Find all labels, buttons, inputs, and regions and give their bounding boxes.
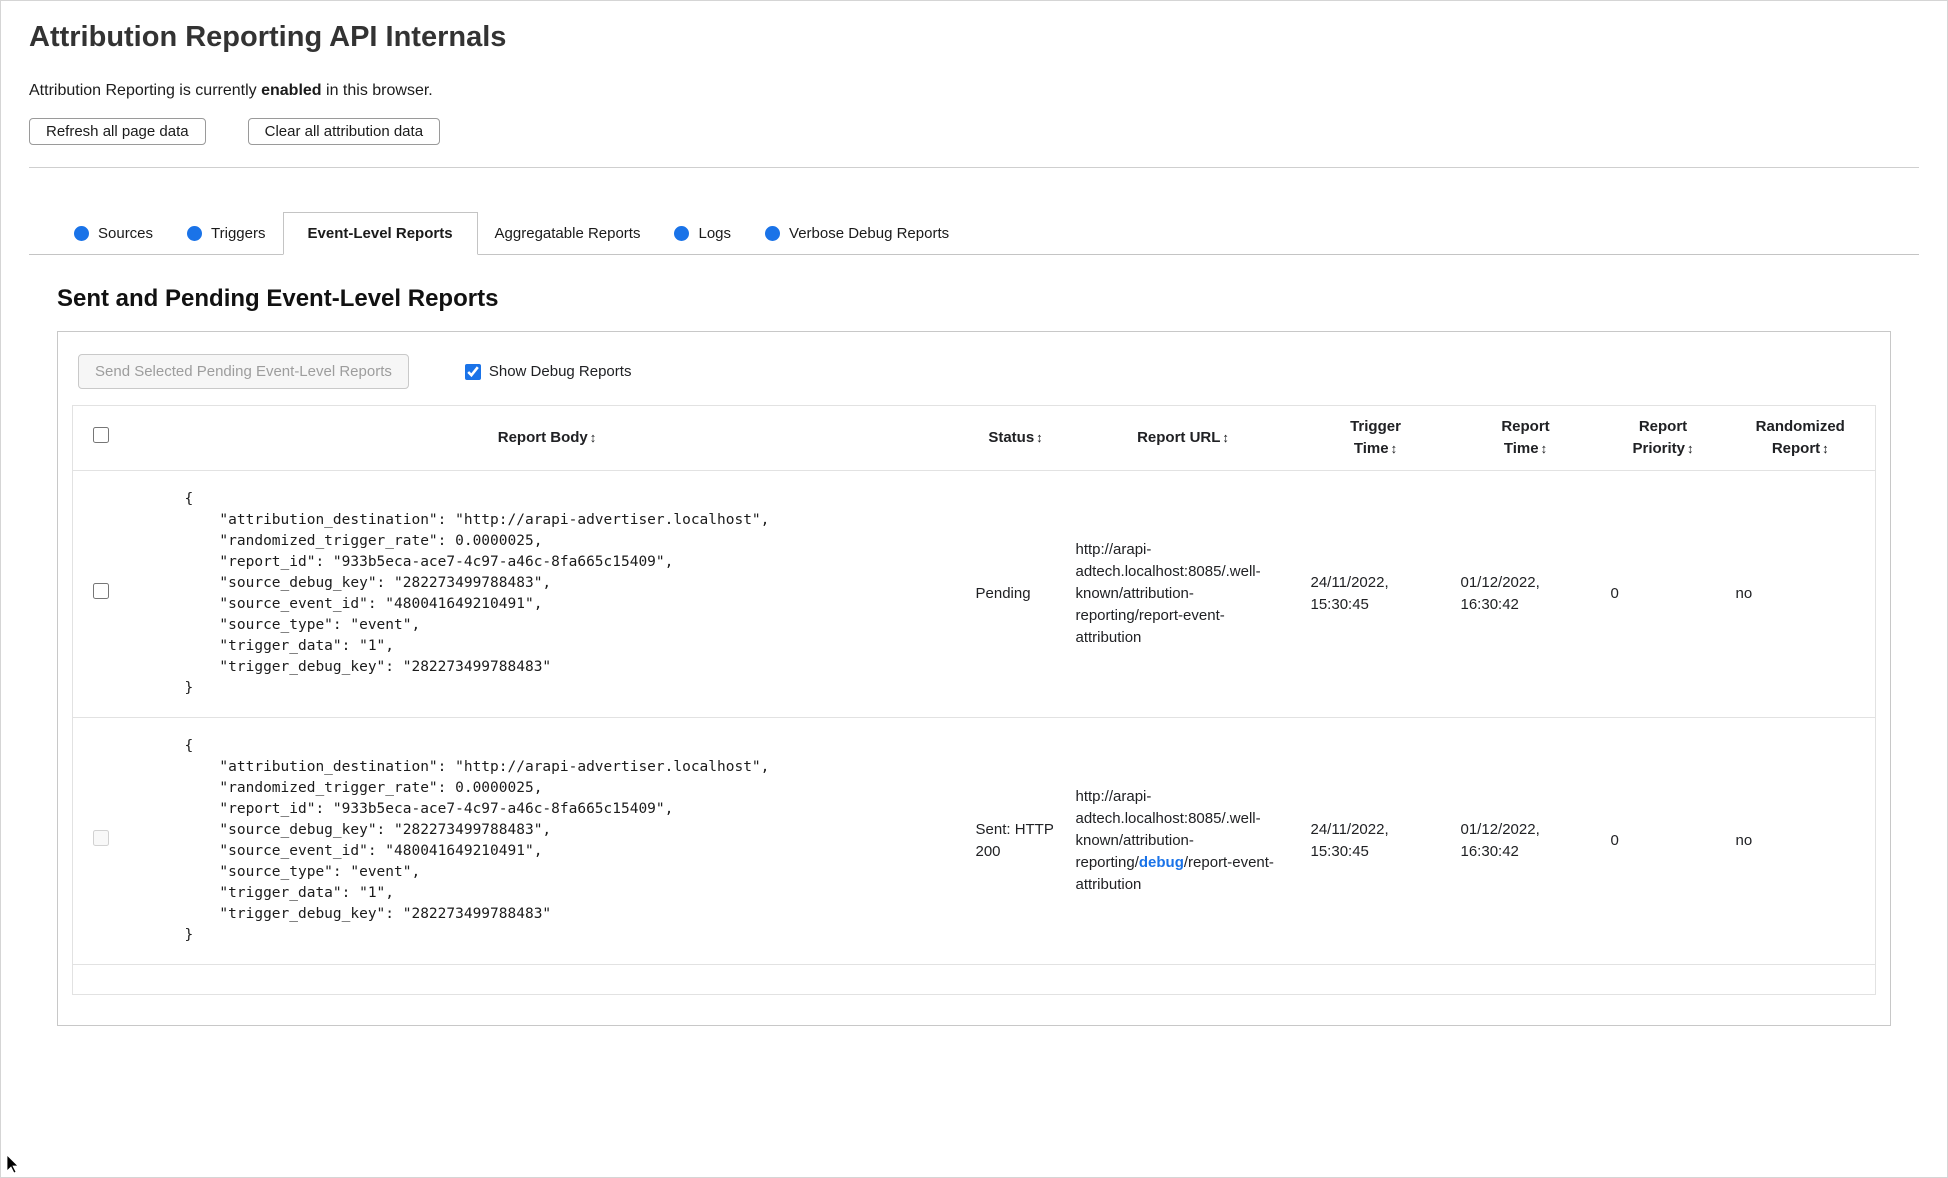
sort-icon: ↕: [1822, 441, 1829, 456]
report-row-sent: { "attribution_destination": "http://ara…: [72, 717, 1876, 965]
table-footer-cell: [73, 965, 1876, 995]
sort-icon: ↕: [1036, 430, 1043, 445]
panel-toolbar: Send Selected Pending Event-Level Report…: [72, 346, 1876, 405]
status-line: Attribution Reporting is currently enabl…: [29, 82, 1919, 100]
tab-label: Sources: [98, 224, 154, 242]
trigger-time: 24/11/2022, 15:30:45: [1300, 470, 1451, 718]
tab-label: Verbose Debug Reports: [789, 224, 950, 242]
status-emphasis: enabled: [261, 82, 322, 99]
status-prefix: Attribution Reporting is currently: [29, 82, 262, 99]
tab-verbose-debug-reports[interactable]: Verbose Debug Reports: [748, 212, 966, 254]
mouse-cursor: [7, 1155, 19, 1173]
report-url: http://arapi-adtech.localhost:8085/.well…: [1065, 470, 1301, 718]
col-header-status[interactable]: Status ↕: [965, 405, 1066, 471]
col-label: Status: [988, 429, 1035, 446]
show-debug-label: Show Debug Reports: [488, 363, 632, 380]
report-url: http://arapi-adtech.localhost:8085/.well…: [1065, 717, 1301, 965]
col-header-report-body[interactable]: Report Body ↕: [128, 405, 966, 471]
col-label: Report URL: [1137, 429, 1221, 446]
page-toolbar: Refresh all page data Clear all attribut…: [29, 118, 1919, 145]
report-body-cell: { "attribution_destination": "http://ara…: [128, 470, 966, 718]
report-time: 01/12/2022, 16:30:42: [1450, 470, 1601, 718]
tab-label: Triggers: [211, 224, 266, 242]
tab-bar: Sources Triggers Event-Level Reports Agg…: [29, 212, 1919, 255]
page-title: Attribution Reporting API Internals: [29, 21, 507, 53]
report-row-pending: { "attribution_destination": "http://ara…: [72, 470, 1876, 718]
verbose-debug-dot-icon: [765, 225, 781, 241]
tab-sources[interactable]: Sources: [57, 212, 170, 254]
col-label: Report Body: [497, 429, 588, 446]
col-label: Randomized Report: [1755, 418, 1845, 457]
col-label: Report Priority: [1632, 418, 1688, 457]
tab-triggers[interactable]: Triggers: [170, 212, 282, 254]
row-select-cell: [72, 470, 129, 718]
randomized-report: no: [1725, 470, 1876, 718]
sort-icon: ↕: [589, 430, 597, 445]
col-header-report-priority[interactable]: Report Priority ↕: [1600, 405, 1726, 471]
col-header-report-url[interactable]: Report URL ↕: [1065, 405, 1301, 471]
show-debug-checkbox[interactable]: [464, 363, 481, 380]
tab-label: Aggregatable Reports: [494, 224, 641, 242]
tab-label: Logs: [698, 224, 732, 242]
report-status: Sent: HTTP 200: [965, 717, 1066, 965]
sort-icon: ↕: [1687, 441, 1694, 456]
row-select-cell: [72, 717, 129, 965]
tab-event-level-reports[interactable]: Event-Level Reports: [282, 212, 478, 255]
sort-icon: ↕: [1222, 430, 1229, 445]
report-body-json: { "attribution_destination": "http://ara…: [184, 738, 770, 943]
col-header-trigger-time[interactable]: Trigger Time ↕: [1300, 405, 1451, 471]
trigger-time: 24/11/2022, 15:30:45: [1300, 717, 1451, 965]
report-body-json: { "attribution_destination": "http://ara…: [184, 491, 770, 696]
report-priority: 0: [1600, 470, 1726, 718]
table-header: Report Body ↕ Status ↕ Report URL ↕ Trigger…: [72, 405, 1876, 471]
report-time: 01/12/2022, 16:30:42: [1450, 717, 1601, 965]
sort-icon: ↕: [1390, 441, 1398, 456]
report-status: Pending: [965, 470, 1066, 718]
report-url-text: http://arapi-adtech.localhost:8085/.well…: [1075, 541, 1261, 646]
refresh-all-button[interactable]: Refresh all page data: [29, 118, 206, 145]
select-all-header-cell: [72, 405, 129, 471]
divider: [29, 167, 1919, 168]
clear-all-button[interactable]: Clear all attribution data: [247, 118, 441, 145]
reports-panel: Send Selected Pending Event-Level Report…: [57, 331, 1891, 1026]
triggers-dot-icon: [187, 225, 203, 241]
send-selected-button[interactable]: Send Selected Pending Event-Level Report…: [78, 354, 409, 389]
sort-icon: ↕: [1540, 441, 1548, 456]
status-suffix: in this browser.: [321, 82, 433, 99]
row-select-checkbox[interactable]: [92, 582, 109, 599]
event-level-reports-section: Sent and Pending Event-Level Reports Sen…: [57, 285, 1891, 1026]
attribution-internals-page: Attribution Reporting API Internals Attr…: [1, 1, 1947, 1056]
tab-label: Event-Level Reports: [307, 225, 453, 242]
report-url-debug-segment: debug: [1138, 854, 1184, 871]
table-footer-row: [73, 965, 1876, 995]
section-heading: Sent and Pending Event-Level Reports: [57, 285, 499, 312]
sources-dot-icon: [74, 225, 89, 241]
row-select-checkbox-disabled: [92, 829, 109, 846]
report-body-cell: { "attribution_destination": "http://ara…: [128, 717, 966, 965]
randomized-report: no: [1725, 717, 1876, 965]
logs-dot-icon: [674, 225, 690, 241]
report-priority: 0: [1600, 717, 1726, 965]
col-header-report-time[interactable]: Report Time ↕: [1450, 405, 1601, 471]
reports-table: Report Body ↕ Status ↕ Report URL ↕ Trigger…: [72, 405, 1876, 995]
show-debug-toggle[interactable]: Show Debug Reports: [464, 363, 632, 380]
tab-logs[interactable]: Logs: [657, 212, 748, 254]
tab-aggregatable-reports[interactable]: Aggregatable Reports: [478, 212, 658, 254]
col-header-randomized-report[interactable]: Randomized Report ↕: [1725, 405, 1876, 471]
select-all-checkbox[interactable]: [92, 426, 109, 443]
